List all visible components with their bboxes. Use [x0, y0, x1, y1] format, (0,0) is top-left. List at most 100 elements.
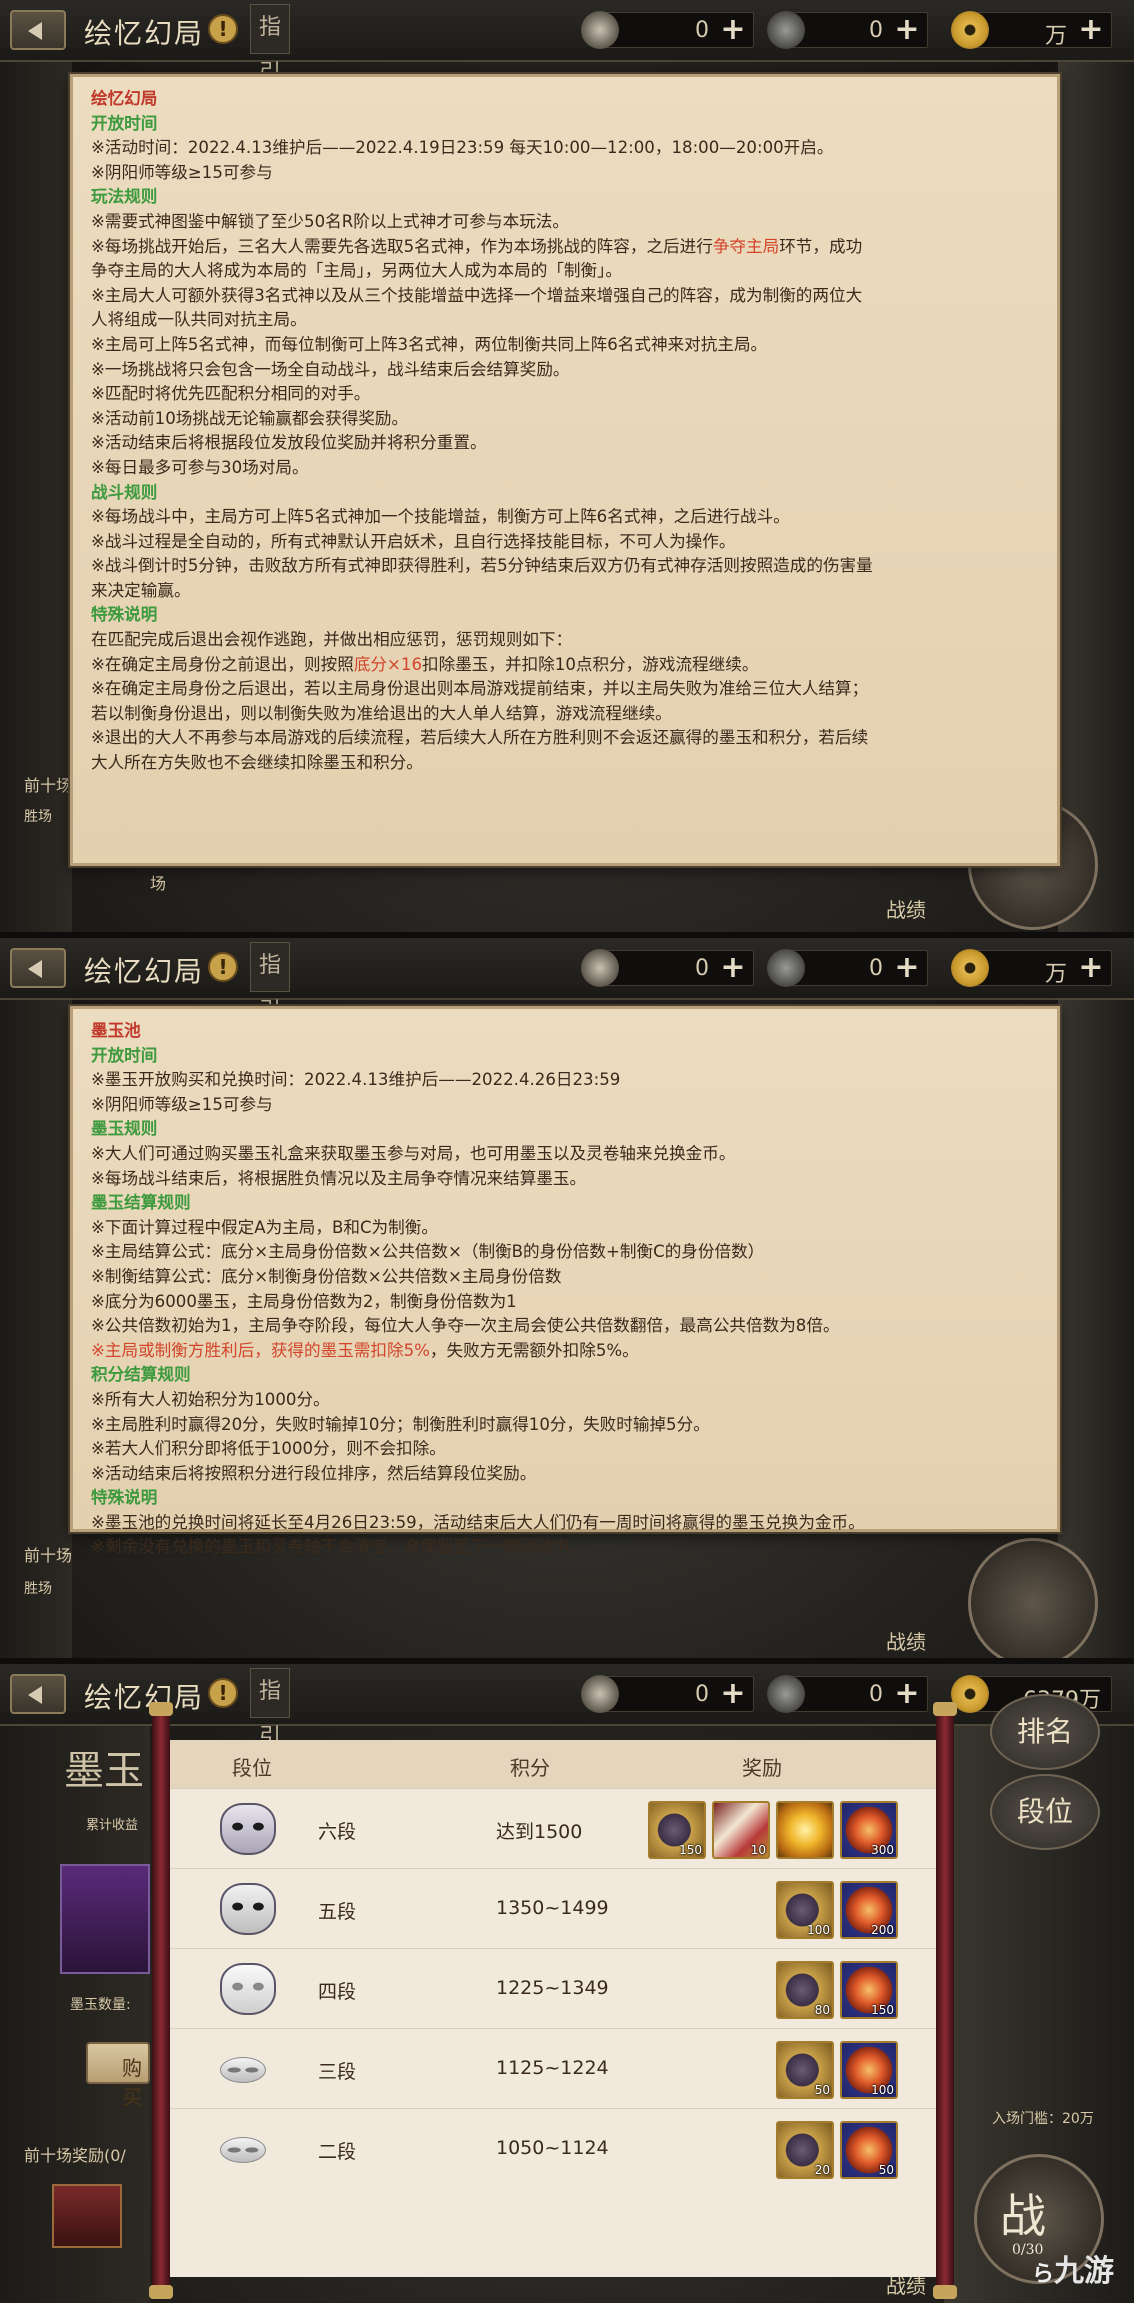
buy-button[interactable]: 购买: [86, 2042, 150, 2109]
back-button[interactable]: [10, 10, 66, 50]
add-jade-button[interactable]: +: [893, 953, 921, 983]
section-heading: 开放时间: [91, 1045, 158, 1065]
add-coin-button[interactable]: +: [1077, 953, 1105, 983]
rule-text: ※在确定主局身份之前退出，则按照: [91, 654, 354, 674]
reward-chest-icon[interactable]: [52, 2184, 122, 2248]
reward-count: 300: [871, 1843, 894, 1857]
left-background: [0, 62, 72, 932]
add-scroll-button[interactable]: +: [719, 1679, 747, 1709]
jade-icon[interactable]: 200: [840, 1881, 898, 1939]
rule-text: 扣除墨玉，并扣除10点积分，游戏流程继续。: [422, 654, 759, 674]
add-scroll-button[interactable]: +: [719, 953, 747, 983]
section-heading: 战斗规则: [91, 482, 158, 502]
tier-button[interactable]: 段位: [990, 1774, 1100, 1850]
header-points: 积分: [510, 1756, 550, 1780]
rule-line: 来决定输赢。: [91, 580, 191, 600]
tier-mask-icon: [220, 1883, 276, 1935]
reward-list: 20 50: [776, 2121, 898, 2179]
tier-name: 六段: [318, 1821, 357, 1843]
jade-icon: [767, 949, 805, 987]
coin-count: 万: [1044, 24, 1067, 49]
reward-count: 10: [750, 1843, 766, 1857]
rule-line: ※活动结束后将按照积分进行段位排序，然后结算段位奖励。: [91, 1463, 537, 1483]
add-jade-button[interactable]: +: [893, 1679, 921, 1709]
add-scroll-button[interactable]: +: [719, 15, 747, 45]
scroll-icon[interactable]: 50: [776, 2041, 834, 2099]
rule-line: ※阴阳师等级≥15可参与: [91, 162, 273, 182]
record-label[interactable]: 战绩: [886, 894, 926, 923]
scroll-icon[interactable]: 20: [776, 2121, 834, 2179]
guide-button[interactable]: 指引: [250, 4, 290, 86]
back-button[interactable]: [10, 948, 66, 988]
add-jade-button[interactable]: +: [893, 15, 921, 45]
rule-line: ※战斗过程是全自动的，所有式神默认开启妖术，且自行选择技能目标，不可人为操作。: [91, 531, 736, 551]
section-heading: 玩法规则: [91, 187, 158, 207]
scroll-resource: 0 +: [581, 11, 754, 49]
rule-line: ※所有大人初始积分为1000分。: [91, 1389, 330, 1409]
record-label[interactable]: 战绩: [886, 1626, 926, 1655]
field-label: 场: [150, 874, 167, 893]
rule-line: ※在确定主局身份之后退出，若以主局身份退出则本局游戏提前结束，并以主局失败为准给…: [91, 679, 869, 699]
section-heading: 特殊说明: [91, 1488, 158, 1508]
rule-line: ※阴阳师等级≥15可参与: [91, 1094, 273, 1114]
top-bar: 绘忆幻局 ! 指引 0 + 0 + 6379万: [0, 1664, 1134, 1750]
table-row: 四段 1225~1349 80 150: [170, 1948, 936, 2028]
reward-count: 100: [871, 2083, 894, 2097]
tier-mask-icon: [220, 1963, 276, 2015]
scroll-icon: [581, 11, 619, 49]
warning-icon[interactable]: !: [208, 14, 238, 44]
rule-line: ※一场挑战将只会包含一场全自动战斗，战斗结束后会结算奖励。: [91, 359, 570, 379]
scroll-icon[interactable]: 150: [648, 1801, 706, 1859]
ticket-icon[interactable]: 10: [712, 1801, 770, 1859]
scroll-rod-right: [933, 1702, 957, 2299]
highlight-text: ※主局或制衡方胜利后，获得的墨玉需扣除5%: [91, 1340, 430, 1360]
scroll-icon: [581, 949, 619, 987]
reward-list: 80 150: [776, 1961, 898, 2019]
rule-line: 人将组成一队共同对抗主局。: [91, 310, 307, 330]
reward-list: 150 10 300: [648, 1801, 898, 1859]
top-bar: 绘忆幻局 ! 指引 0 + 0 + 万 +: [0, 938, 1134, 1024]
tier-points: 1125~1224: [496, 2057, 609, 2079]
rule-line: ※墨玉开放购买和兑换时间：2022.4.13维护后——2022.4.26日23:…: [91, 1070, 621, 1090]
jade-title: 墨玉: [64, 1748, 144, 1794]
gold-icon[interactable]: [776, 1801, 834, 1859]
top10-label: 前十场: [24, 1546, 73, 1565]
table-row: 三段 1125~1224 50 100: [170, 2028, 936, 2108]
watermark-text: 九游: [1054, 2254, 1114, 2289]
rule-line: ※每场战斗中，主局方可上阵5名式神加一个技能增益，制衡方可上阵6名式神，之后进行…: [91, 507, 790, 527]
battle-label: 战: [1000, 2189, 1046, 2243]
tier-mask-icon: [220, 2043, 276, 2095]
rules-panel-2: 绘忆幻局 ! 指引 0 + 0 + 万 + 前十场 胜场 战绩 墨玉池开放时间 ※…: [0, 938, 1134, 1658]
ranking-button[interactable]: 排名: [990, 1694, 1100, 1770]
rule-line: ※制衡结算公式：底分×制衡身份倍数×公共倍数×主局身份倍数: [91, 1266, 562, 1286]
jade-icon[interactable]: 300: [840, 1801, 898, 1859]
rule-line: ※公共倍数初始为1，主局争夺阶段，每位大人争夺一次主局会使公共倍数翻倍，最高公共…: [91, 1316, 840, 1336]
scroll-icon[interactable]: 80: [776, 1961, 834, 2019]
guide-button[interactable]: 指引: [250, 1668, 290, 1750]
rank-rewards-table: 段位 积分 奖励 六段 达到1500 150 10 300 五段 1350~1499 100 2…: [170, 1740, 936, 2277]
tier-name: 五段: [318, 1901, 357, 1923]
jade-icon[interactable]: 50: [840, 2121, 898, 2179]
tier-name: 四段: [318, 1981, 357, 2003]
rule-line: ※在确定主局身份之前退出，则按照底分×16扣除墨玉，并扣除10点积分，游戏流程继…: [91, 653, 1039, 678]
back-button[interactable]: [10, 1674, 66, 1714]
section-heading: 墨玉池: [91, 1021, 141, 1040]
warning-icon[interactable]: !: [208, 1678, 238, 1708]
jade-icon[interactable]: 100: [840, 2041, 898, 2099]
guide-button[interactable]: 指引: [250, 942, 290, 1024]
rule-line: 若以制衡身份退出，则以制衡失败为准给退出的大人单人结算，游戏流程继续。: [91, 703, 672, 723]
watermark-logo-icon: ら: [1031, 2262, 1054, 2287]
jade-icon[interactable]: 150: [840, 1961, 898, 2019]
rule-line: ※匹配时将优先匹配积分相同的对手。: [91, 384, 371, 404]
add-coin-button[interactable]: +: [1077, 15, 1105, 45]
scroll-icon[interactable]: 100: [776, 1881, 834, 1939]
highlight-text: 争夺主局: [712, 236, 780, 256]
accum-label: 累计收益: [86, 1818, 139, 1833]
warning-icon[interactable]: !: [208, 952, 238, 982]
coin-resource: 万 +: [951, 11, 1112, 49]
rule-line: ※主局胜利时赢得20分，失败时输掉10分；制衡胜利时赢得10分，失败时输掉5分。: [91, 1414, 710, 1434]
win-label: 胜场: [24, 1581, 52, 1597]
rule-line: ※每日最多可参与30场对局。: [91, 457, 309, 477]
page-title: 绘忆幻局: [84, 1681, 205, 1714]
header-rank: 段位: [232, 1756, 272, 1780]
